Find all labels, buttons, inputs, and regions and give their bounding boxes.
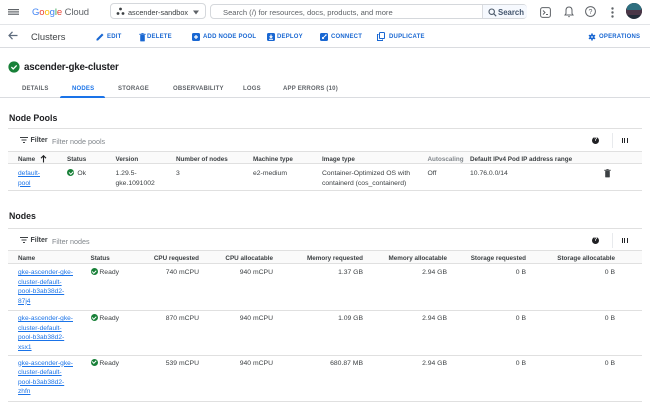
svg-text:?: ? [589, 9, 593, 16]
